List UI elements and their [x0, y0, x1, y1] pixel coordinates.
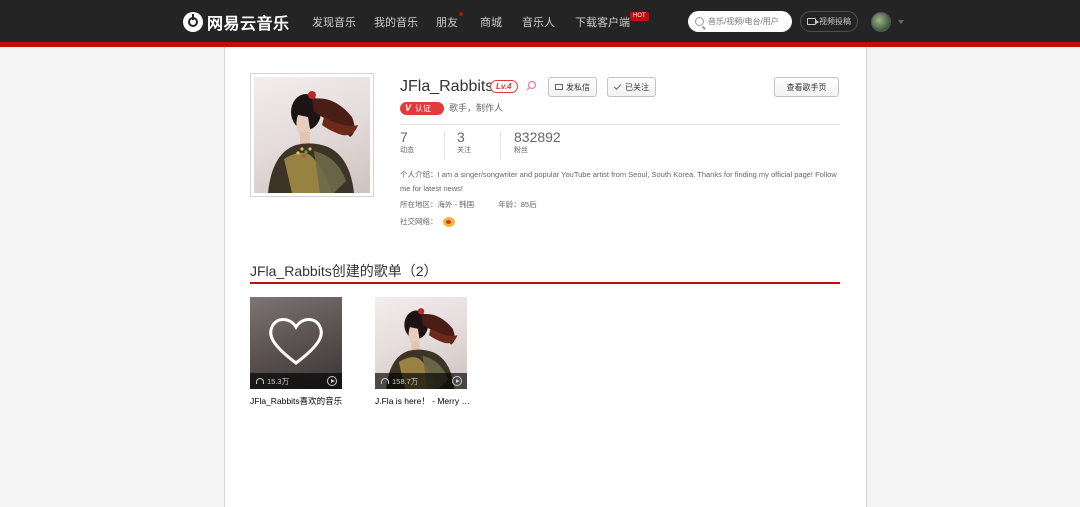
mail-icon	[555, 84, 563, 90]
logo-text: 网易云音乐	[207, 16, 290, 33]
section-title-underline	[250, 282, 840, 284]
video-upload-button[interactable]: 视频投稿	[800, 11, 858, 32]
stat-following-value: 3	[457, 129, 465, 145]
stat-events-value: 7	[400, 129, 408, 145]
stat-events-label: 动态	[400, 147, 414, 154]
profile-location: 所在地区：海外 - 韩国	[400, 200, 475, 209]
social-network-label: 社交网络：	[400, 217, 438, 226]
followed-button[interactable]: 已关注	[607, 77, 656, 97]
nav-download[interactable]: 下载客户端	[575, 14, 630, 30]
profile-username: JFla_Rabbits	[400, 78, 494, 95]
playlist-cover-bar: 15.3万	[250, 373, 342, 389]
search-icon	[695, 17, 704, 26]
stat-events[interactable]: 7 动态	[400, 129, 414, 157]
play-icon[interactable]	[327, 376, 337, 386]
playlist-play-count: 158.7万	[392, 376, 419, 386]
view-artist-page-label: 查看歌手页	[786, 82, 827, 92]
netease-music-logo-icon	[183, 12, 203, 32]
stat-fans-value: 832892	[514, 129, 561, 145]
logo[interactable]: 网易云音乐	[183, 11, 290, 33]
headphone-icon	[256, 378, 264, 384]
profile-location-row: 所在地区：海外 - 韩国 年龄：85后	[400, 199, 537, 211]
level-badge: Lv.4	[490, 80, 518, 93]
profile-age: 年龄：85后	[498, 200, 537, 209]
playlist-cover[interactable]: 15.3万	[250, 297, 342, 389]
nav-my-music[interactable]: 我的音乐	[374, 14, 418, 30]
profile-divider	[400, 124, 840, 125]
stat-fans-label: 粉丝	[514, 147, 528, 154]
playlist-name[interactable]: J.Fla is here！ - Merry Christmas	[375, 395, 471, 407]
stat-fans[interactable]: 832892 粉丝	[514, 129, 561, 157]
search-box[interactable]	[688, 11, 792, 32]
play-icon[interactable]	[452, 376, 462, 386]
artist-role: 歌手，制作人	[449, 103, 504, 113]
followed-label: 已关注	[625, 82, 649, 92]
playlist-name[interactable]: JFla_Rabbits喜欢的音乐	[250, 395, 346, 407]
headphone-icon	[381, 378, 389, 384]
friends-notification-dot	[459, 12, 463, 16]
check-icon	[613, 82, 622, 90]
nav-store[interactable]: 商城	[480, 14, 502, 30]
female-icon	[526, 80, 537, 91]
view-artist-page-button[interactable]: 查看歌手页	[774, 77, 839, 97]
video-camera-icon	[807, 18, 819, 25]
profile-intro: 个人介绍：I am a singer/songwriter and popula…	[400, 170, 837, 193]
nav-musician[interactable]: 音乐人	[522, 14, 555, 30]
weibo-icon[interactable]	[442, 217, 455, 227]
created-playlists-title: JFla_Rabbits创建的歌单（2）	[250, 263, 438, 279]
playlist-play-count: 15.3万	[267, 376, 290, 386]
send-message-button[interactable]: 发私信	[548, 77, 597, 97]
playlist-card[interactable]: 15.3万 JFla_Rabbits喜欢的音乐	[250, 297, 342, 407]
stat-following-label: 关注	[457, 147, 471, 154]
verified-v-icon: V	[405, 103, 412, 113]
profile-photo-image	[254, 77, 370, 193]
playlist-cover[interactable]: 158.7万	[375, 297, 467, 389]
stat-following[interactable]: 3 关注	[457, 129, 471, 157]
stat-separator	[500, 131, 501, 159]
playlist-cover-bar: 158.7万	[375, 373, 467, 389]
verified-badge: V 认证	[400, 102, 444, 115]
playlist-card[interactable]: 158.7万 J.Fla is here！ - Merry Christmas	[375, 297, 471, 407]
nav-friends[interactable]: 朋友	[436, 14, 458, 30]
social-network-row: 社交网络：	[400, 215, 455, 229]
search-input[interactable]	[708, 17, 786, 26]
stat-separator	[444, 131, 445, 159]
hot-badge: HOT	[630, 12, 649, 21]
chevron-down-icon[interactable]	[898, 20, 904, 24]
user-avatar[interactable]	[871, 12, 891, 32]
profile-photo	[250, 73, 374, 197]
verified-label: 认证	[415, 104, 432, 113]
send-message-label: 发私信	[566, 82, 590, 92]
video-upload-label: 视频投稿	[819, 17, 851, 26]
artist-portrait-illustration	[268, 91, 358, 193]
nav-discover[interactable]: 发现音乐	[312, 14, 356, 30]
